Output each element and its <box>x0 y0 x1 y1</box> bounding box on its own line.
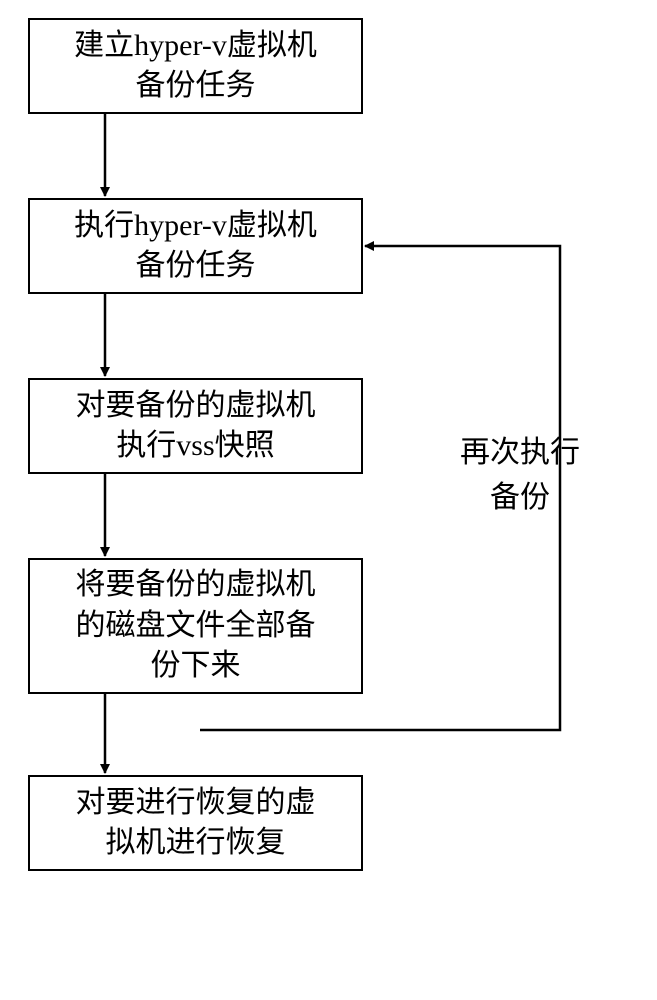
flow-node-recover: 对要进行恢复的虚拟机进行恢复 <box>28 775 363 871</box>
node-label: 执行hyper-v虚拟机备份任务 <box>74 206 317 287</box>
node-label: 将要备份的虚拟机的磁盘文件全部备份下来 <box>76 565 316 687</box>
node-label: 对要备份的虚拟机执行vss快照 <box>76 386 316 467</box>
flow-node-vss-snapshot: 对要备份的虚拟机执行vss快照 <box>28 378 363 474</box>
flow-node-execute-task: 执行hyper-v虚拟机备份任务 <box>28 198 363 294</box>
node-label: 对要进行恢复的虚拟机进行恢复 <box>76 783 316 864</box>
edge-label-loop: 再次执行备份 <box>430 430 610 520</box>
edge-label-text: 再次执行备份 <box>460 436 580 514</box>
node-label: 建立hyper-v虚拟机备份任务 <box>74 26 317 107</box>
flow-node-create-task: 建立hyper-v虚拟机备份任务 <box>28 18 363 114</box>
flow-node-backup-disk: 将要备份的虚拟机的磁盘文件全部备份下来 <box>28 558 363 694</box>
